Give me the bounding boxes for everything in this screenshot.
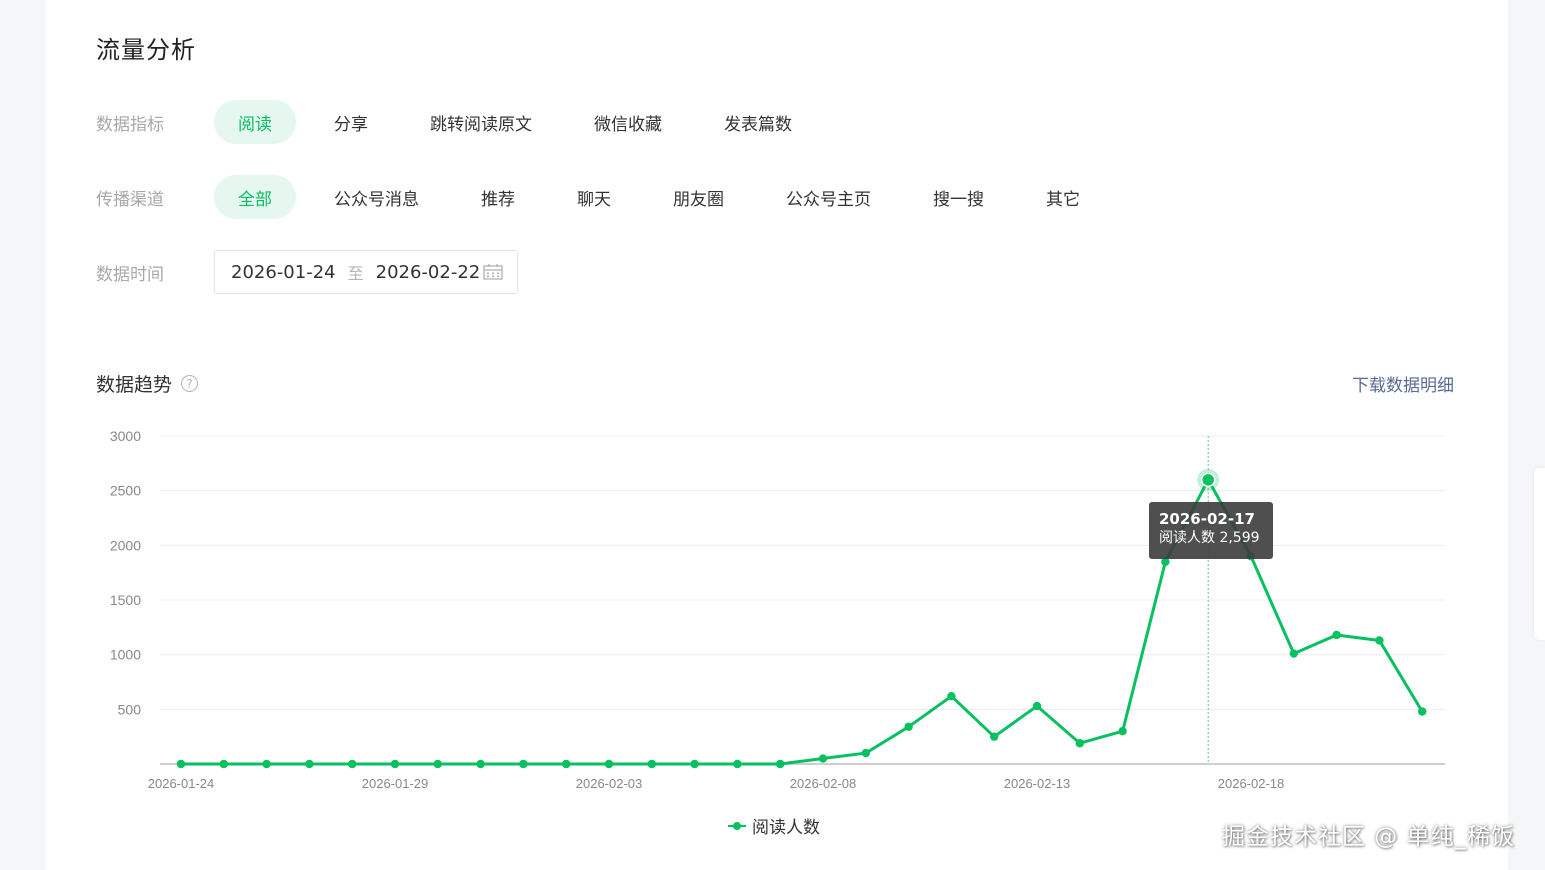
chart-legend[interactable]: 阅读人数 <box>728 813 820 838</box>
tooltip-date: 2026-02-17 <box>1159 510 1255 528</box>
data-point <box>390 759 400 769</box>
watermark: 掘金技术社区 @ 单纯_稀饭 <box>1222 824 1516 850</box>
y-tick-label: 500 <box>118 701 142 717</box>
data-point <box>519 759 528 769</box>
highlight-point <box>1200 472 1216 488</box>
data-point <box>305 759 314 769</box>
data-point <box>1332 630 1341 640</box>
data-point <box>476 759 485 769</box>
data-point <box>1418 707 1427 716</box>
data-point <box>647 759 656 769</box>
data-point <box>1375 636 1384 645</box>
data-point <box>219 759 228 769</box>
x-tick-label: 2026-01-24 <box>148 776 215 791</box>
tooltip-value: 阅读人数 2,599 <box>1159 530 1260 546</box>
x-tick-label: 2026-02-08 <box>790 776 857 791</box>
legend-series-label: 阅读人数 <box>752 818 820 838</box>
data-point <box>904 722 913 732</box>
data-point <box>433 759 442 769</box>
chart-tooltip: 2026-02-17 阅读人数 2,599 <box>1149 502 1273 559</box>
data-point <box>861 748 870 758</box>
data-point <box>262 759 271 769</box>
data-point <box>776 759 785 769</box>
data-point <box>176 759 186 769</box>
data-point <box>1032 701 1042 711</box>
x-tick-label: 2026-02-18 <box>1218 776 1285 791</box>
data-point <box>1289 649 1299 658</box>
data-point <box>947 692 956 701</box>
y-tick-label: 3000 <box>110 428 141 444</box>
data-point <box>562 759 571 769</box>
data-point <box>990 732 999 741</box>
legend-marker-icon <box>728 821 746 830</box>
x-tick-label: 2026-02-13 <box>1004 776 1071 791</box>
data-point <box>818 754 828 763</box>
data-point <box>1075 739 1085 748</box>
y-tick-label: 1000 <box>110 647 141 663</box>
trend-chart: 500 1000 1500 2000 2500 3000 2026-01-24 2026-01… <box>110 428 1445 791</box>
data-point <box>690 759 699 769</box>
data-point <box>1118 727 1127 736</box>
x-tick-label: 2026-01-29 <box>362 776 429 791</box>
x-tick-label: 2026-02-03 <box>576 776 643 791</box>
y-tick-label: 2000 <box>110 537 141 553</box>
data-point <box>604 759 614 769</box>
data-point <box>733 759 742 769</box>
data-point <box>348 759 357 769</box>
y-tick-label: 1500 <box>110 592 141 608</box>
y-tick-label: 2500 <box>110 483 141 499</box>
